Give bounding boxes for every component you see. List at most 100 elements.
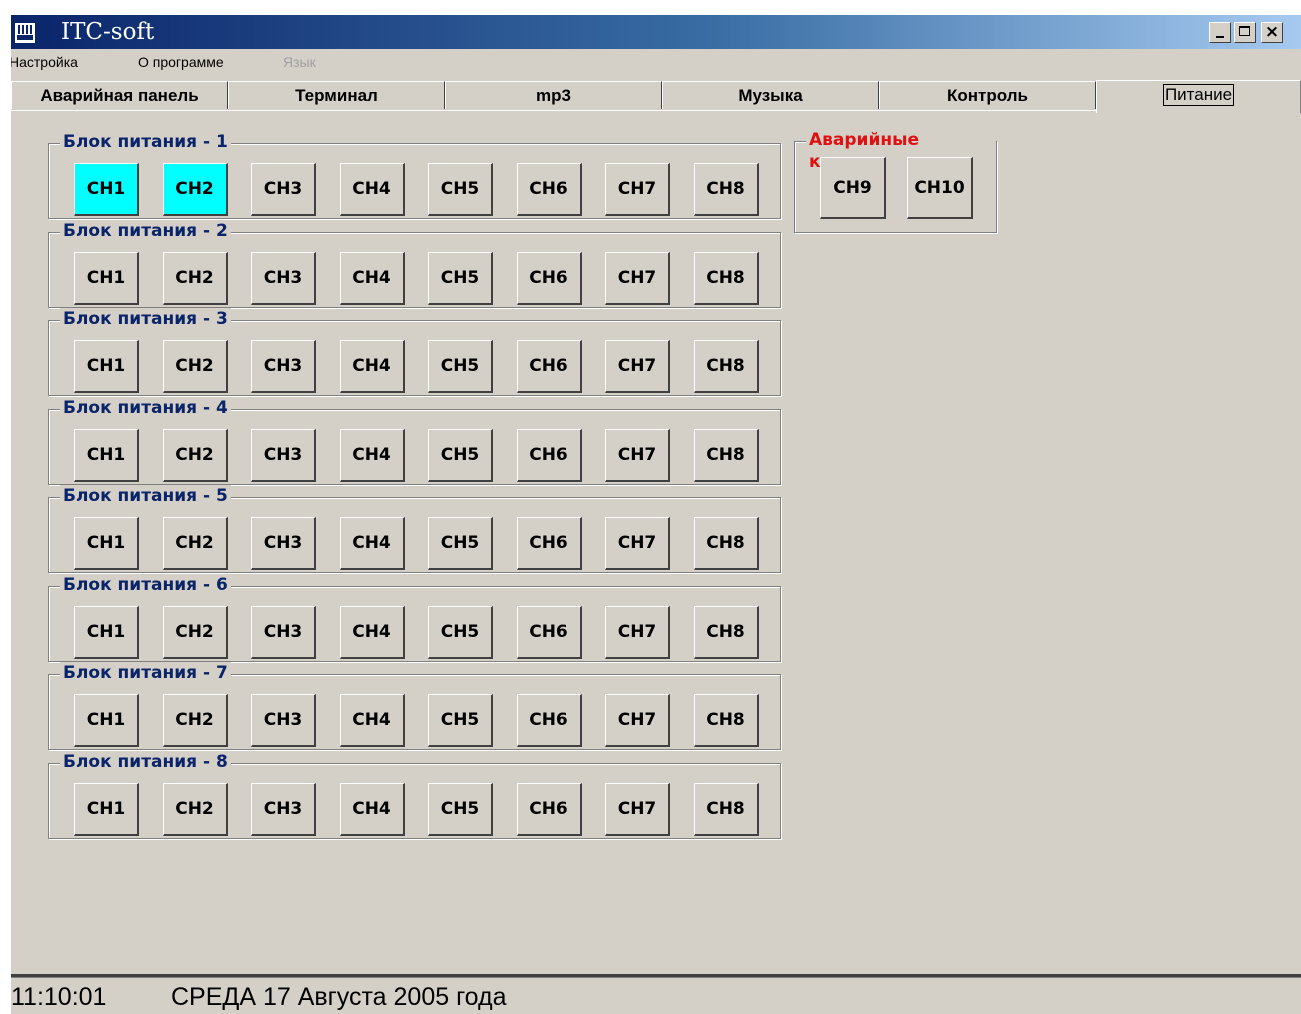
channel-button-4[interactable]: CH4 <box>339 517 405 570</box>
minimize-icon <box>1216 36 1224 38</box>
channel-button-2[interactable]: CH2 <box>162 340 228 393</box>
channel-button-3[interactable]: CH3 <box>251 605 316 659</box>
channel-button-7[interactable]: CH7 <box>605 251 670 305</box>
channel-button-7[interactable]: CH7 <box>605 782 670 836</box>
channel-button-2[interactable]: CH2 <box>162 605 228 659</box>
channel-button-3[interactable]: CH3 <box>251 694 316 747</box>
channel-button-4[interactable]: CH4 <box>339 782 405 836</box>
minimize-button[interactable] <box>1209 22 1231 43</box>
power-block-group-3: Блок питания - 3 CH1 CH2 CH3 CH4 CH5 CH6 CH7 CH8 <box>48 308 781 396</box>
channel-button-1[interactable]: CH1 <box>74 163 139 216</box>
channel-button-8[interactable]: CH8 <box>693 694 759 747</box>
channel-button-7[interactable]: CH7 <box>605 694 670 747</box>
channel-button-3[interactable]: CH3 <box>251 251 316 305</box>
channel-button-5[interactable]: CH5 <box>428 340 493 393</box>
channel-button-3[interactable]: CH3 <box>251 428 316 482</box>
title-bar[interactable]: ITC-soft × <box>11 15 1301 49</box>
tab-label: mp3 <box>536 86 571 105</box>
channel-button-7[interactable]: CH7 <box>605 340 670 393</box>
power-block-title: Блок питания - 3 <box>60 308 231 330</box>
menu-language[interactable]: Язык <box>283 51 316 73</box>
channel-button-3[interactable]: CH3 <box>251 517 316 570</box>
channel-button-6[interactable]: CH6 <box>516 428 582 482</box>
tab-label: Музыка <box>738 86 803 105</box>
main-window: ITC-soft × Настройка О программе Язык Ав… <box>11 15 1301 1014</box>
channel-button-5[interactable]: CH5 <box>428 694 493 747</box>
tab-label: Терминал <box>295 86 378 105</box>
channel-button-2[interactable]: CH2 <box>162 694 228 747</box>
tab-label: Питание <box>1162 84 1235 106</box>
channel-button-6[interactable]: CH6 <box>516 163 582 216</box>
channel-button-7[interactable]: CH7 <box>605 517 670 570</box>
window-title: ITC-soft <box>61 19 155 45</box>
channel-button-8[interactable]: CH8 <box>693 163 759 216</box>
channel-button-3[interactable]: CH3 <box>251 340 316 393</box>
channel-button-1[interactable]: CH1 <box>74 517 139 570</box>
channel-button-6[interactable]: CH6 <box>516 517 582 570</box>
emergency-channel-button-10[interactable]: CH10 <box>907 157 973 219</box>
maximize-button[interactable] <box>1234 22 1256 43</box>
power-block-group-5: Блок питания - 5 CH1 CH2 CH3 CH4 CH5 CH6 CH7 CH8 <box>48 485 781 573</box>
channel-button-5[interactable]: CH5 <box>428 428 493 482</box>
emergency-channel-button-9[interactable]: CH9 <box>820 157 886 219</box>
tab-music[interactable]: Музыка <box>662 81 879 109</box>
close-button[interactable]: × <box>1261 22 1283 43</box>
channel-button-8[interactable]: CH8 <box>693 605 759 659</box>
channel-button-1[interactable]: CH1 <box>74 251 139 305</box>
power-block-group-8: Блок питания - 8 CH1 CH2 CH3 CH4 CH5 CH6 CH7 CH8 <box>48 750 781 839</box>
tab-power[interactable]: Питание <box>1096 80 1301 113</box>
channel-button-1[interactable]: CH1 <box>74 340 139 393</box>
channel-button-2[interactable]: CH2 <box>162 251 228 305</box>
channel-button-5[interactable]: CH5 <box>428 251 493 305</box>
channel-button-6[interactable]: CH6 <box>516 694 582 747</box>
channel-button-5[interactable]: CH5 <box>428 517 493 570</box>
channel-button-3[interactable]: CH3 <box>251 163 316 216</box>
channel-button-8[interactable]: CH8 <box>693 782 759 836</box>
channel-button-6[interactable]: CH6 <box>516 782 582 836</box>
tab-label: Контроль <box>947 86 1028 105</box>
channel-button-4[interactable]: CH4 <box>339 340 405 393</box>
close-icon: × <box>1264 22 1280 42</box>
power-block-group-6: Блок питания - 6 CH1 CH2 CH3 CH4 CH5 CH6 CH7 CH8 <box>48 573 781 662</box>
tab-terminal[interactable]: Терминал <box>228 81 445 109</box>
channel-button-5[interactable]: CH5 <box>428 782 493 836</box>
channel-button-2[interactable]: CH2 <box>162 163 228 216</box>
channel-button-8[interactable]: CH8 <box>693 340 759 393</box>
menu-settings[interactable]: Настройка <box>11 51 78 73</box>
menu-about[interactable]: О программе <box>138 51 224 73</box>
tab-mp3[interactable]: mp3 <box>445 81 662 109</box>
channel-button-7[interactable]: CH7 <box>605 428 670 482</box>
maximize-icon <box>1239 26 1250 36</box>
channel-button-1[interactable]: CH1 <box>74 605 139 659</box>
channel-button-4[interactable]: CH4 <box>339 428 405 482</box>
power-block-group-4: Блок питания - 4 CH1 CH2 CH3 CH4 CH5 CH6 CH7 CH8 <box>48 396 781 485</box>
channel-button-2[interactable]: CH2 <box>162 782 228 836</box>
channel-button-4[interactable]: CH4 <box>339 605 405 659</box>
tab-label: Аварийная панель <box>40 86 199 105</box>
tab-control[interactable]: Контроль <box>879 81 1096 109</box>
channel-button-4[interactable]: CH4 <box>339 251 405 305</box>
channel-button-1[interactable]: CH1 <box>74 782 139 836</box>
channel-button-5[interactable]: CH5 <box>428 605 493 659</box>
channel-button-2[interactable]: CH2 <box>162 517 228 570</box>
channel-button-6[interactable]: CH6 <box>516 340 582 393</box>
channel-button-6[interactable]: CH6 <box>516 605 582 659</box>
tab-emergency-panel[interactable]: Аварийная панель <box>11 81 228 109</box>
power-block-group-2: Блок питания - 2 CH1 CH2 CH3 CH4 CH5 CH6 CH7 CH8 <box>48 219 781 308</box>
channel-button-8[interactable]: CH8 <box>693 428 759 482</box>
channel-button-1[interactable]: CH1 <box>74 428 139 482</box>
channel-button-7[interactable]: CH7 <box>605 163 670 216</box>
channel-button-5[interactable]: CH5 <box>428 163 493 216</box>
status-bar: 11:10:01 СРЕДА 17 Августа 2005 года <box>11 980 1301 1014</box>
channel-button-4[interactable]: CH4 <box>339 694 405 747</box>
channel-button-3[interactable]: CH3 <box>251 782 316 836</box>
channel-button-8[interactable]: CH8 <box>693 517 759 570</box>
channel-button-4[interactable]: CH4 <box>339 163 405 216</box>
channel-button-6[interactable]: CH6 <box>516 251 582 305</box>
channel-button-2[interactable]: CH2 <box>162 428 228 482</box>
channel-button-8[interactable]: CH8 <box>693 251 759 305</box>
channel-button-1[interactable]: CH1 <box>74 694 139 747</box>
power-block-title: Блок питания - 4 <box>60 396 231 419</box>
power-block-group-1: Блок питания - 1 CH1 CH2 CH3 CH4 CH5 CH6 CH7 CH8 <box>48 131 781 219</box>
channel-button-7[interactable]: CH7 <box>605 605 670 659</box>
